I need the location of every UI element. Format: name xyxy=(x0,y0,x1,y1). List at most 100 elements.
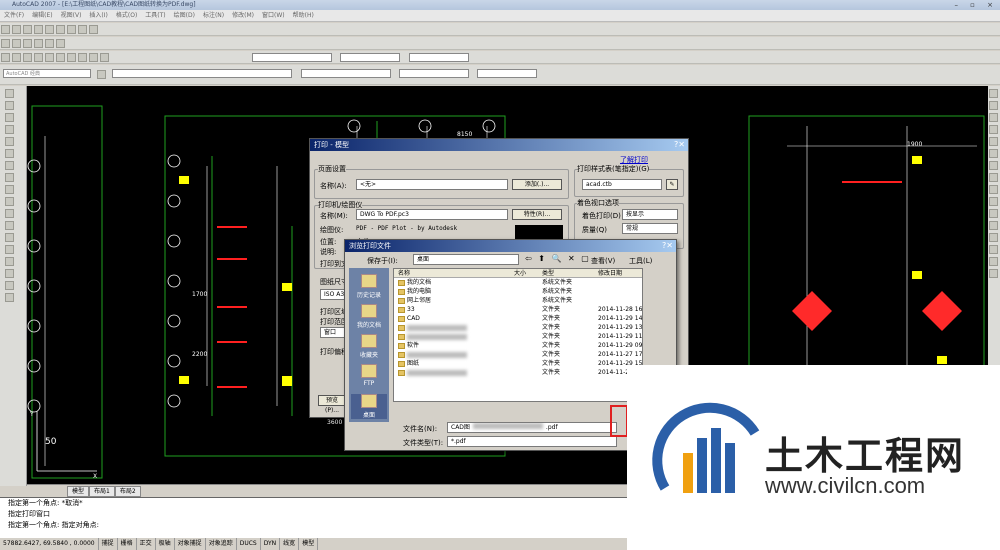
menu-item-1[interactable]: 编辑(E) xyxy=(28,10,56,22)
text-icon[interactable] xyxy=(1,39,10,48)
point-icon[interactable] xyxy=(5,233,14,242)
linetype-dropdown[interactable] xyxy=(398,69,469,78)
pan-icon[interactable] xyxy=(34,53,43,62)
extend-icon[interactable] xyxy=(989,209,998,218)
col-name[interactable]: 名称 xyxy=(398,269,410,278)
file-row[interactable]: 33 文件夹 2014-11-28 16:43 xyxy=(394,305,642,314)
mtext-icon[interactable] xyxy=(12,39,21,48)
file-row[interactable]: 图纸文件夹2014-11-29 15:54 xyxy=(394,359,642,368)
join-icon[interactable] xyxy=(989,233,998,242)
match-icon[interactable] xyxy=(1,53,10,62)
break-icon[interactable] xyxy=(989,221,998,230)
fillet-icon[interactable] xyxy=(989,257,998,266)
insert-icon[interactable] xyxy=(5,221,14,230)
printer-properties-button[interactable]: 特性(R)... xyxy=(512,209,562,220)
zoom-prev-icon[interactable] xyxy=(67,53,76,62)
chamfer-icon[interactable] xyxy=(989,245,998,254)
scale-text-icon[interactable] xyxy=(56,39,65,48)
gradient-icon[interactable] xyxy=(5,257,14,266)
xline-icon[interactable] xyxy=(5,101,14,110)
place-my-documents[interactable]: 我的文档 xyxy=(351,304,387,329)
menu-item-7[interactable]: 标注(N) xyxy=(199,10,228,22)
paste-icon[interactable] xyxy=(89,25,98,34)
new-icon[interactable] xyxy=(1,25,10,34)
copy-icon[interactable] xyxy=(78,25,87,34)
scale-icon[interactable] xyxy=(989,173,998,182)
arc-icon[interactable] xyxy=(5,149,14,158)
file-row[interactable]: 文件夹 2014-11-29 13:20 xyxy=(394,323,642,332)
trim-icon[interactable] xyxy=(989,197,998,206)
polygon-icon[interactable] xyxy=(5,125,14,134)
explode-icon[interactable] xyxy=(989,269,998,278)
spell-icon[interactable] xyxy=(45,39,54,48)
window-controls[interactable]: – ▫ × xyxy=(954,1,998,9)
file-row[interactable]: 文件夹2014-11-29 15:01 xyxy=(394,368,642,377)
save-in-dropdown[interactable]: 桌面 xyxy=(413,254,519,265)
osnap-toggle[interactable]: 对象捕捉 xyxy=(175,538,206,550)
array-icon[interactable] xyxy=(989,137,998,146)
cloud-icon[interactable] xyxy=(5,173,14,182)
menu-item-4[interactable]: 格式(O) xyxy=(112,10,141,22)
close-icon[interactable]: ?✕ xyxy=(674,139,685,151)
mirror-icon[interactable] xyxy=(989,113,998,122)
col-size[interactable]: 大小 xyxy=(514,269,526,278)
file-list[interactable]: 名称 大小 类型 修改日期 我的文档 系统文件夹 我的电脑 系统文件夹 网上邻居 系统文件… xyxy=(393,268,643,402)
mtext-draw-icon[interactable] xyxy=(5,293,14,302)
view-menu[interactable]: 查看(V) xyxy=(591,256,615,266)
quality-field[interactable]: 常规 xyxy=(622,223,678,234)
stretch-icon[interactable] xyxy=(989,185,998,194)
tab-model[interactable]: 模型 xyxy=(67,486,90,497)
spline-icon[interactable] xyxy=(5,185,14,194)
line-icon[interactable] xyxy=(5,89,14,98)
menu-item-2[interactable]: 视图(V) xyxy=(57,10,86,22)
properties-icon[interactable] xyxy=(78,53,87,62)
place-ftp[interactable]: FTP xyxy=(351,364,387,387)
col-type[interactable]: 类型 xyxy=(542,269,554,278)
zoom-window-icon[interactable] xyxy=(56,53,65,62)
snap-toggle[interactable]: 捕捉 xyxy=(99,538,118,550)
find-icon[interactable] xyxy=(34,39,43,48)
design-center-icon[interactable] xyxy=(89,53,98,62)
menu-item-5[interactable]: 工具(T) xyxy=(141,10,169,22)
tab-layout1[interactable]: 布局1 xyxy=(89,486,115,497)
region-icon[interactable] xyxy=(5,269,14,278)
cut-icon[interactable] xyxy=(67,25,76,34)
layer-manager-icon[interactable] xyxy=(97,70,107,79)
preview-button[interactable]: 预览(P)... xyxy=(318,395,346,414)
undo-icon[interactable] xyxy=(12,53,21,62)
open-icon[interactable] xyxy=(12,25,21,34)
hatch-icon[interactable] xyxy=(5,245,14,254)
menu-item-10[interactable]: 帮助(H) xyxy=(289,10,318,22)
polar-toggle[interactable]: 极轴 xyxy=(156,538,175,550)
dimstyle-dropdown[interactable] xyxy=(340,53,401,62)
polyline-icon[interactable] xyxy=(5,113,14,122)
circle-icon[interactable] xyxy=(5,161,14,170)
model-toggle[interactable]: 模型 xyxy=(299,538,319,550)
menu-item-0[interactable]: 文件(F) xyxy=(0,10,28,22)
edit-style-icon[interactable]: ✎ xyxy=(666,179,678,190)
redo-icon[interactable] xyxy=(23,53,32,62)
style-table-field[interactable]: acad.ctb xyxy=(582,179,662,190)
filetype-dropdown[interactable]: *.pdf xyxy=(447,436,617,447)
save-icon[interactable] xyxy=(23,25,32,34)
menu-item-8[interactable]: 修改(M) xyxy=(228,10,258,22)
filename-field[interactable]: CAD图 .pdf xyxy=(447,422,617,433)
color-dropdown[interactable] xyxy=(300,69,391,78)
publish-icon[interactable] xyxy=(56,25,65,34)
offset-icon[interactable] xyxy=(989,125,998,134)
lineweight-toggle[interactable]: 线宽 xyxy=(280,538,300,550)
col-date[interactable]: 修改日期 xyxy=(598,269,622,278)
page-setup-name-field[interactable]: <无> xyxy=(356,179,508,190)
tools-menu[interactable]: 工具(L) xyxy=(629,256,652,266)
erase-icon[interactable] xyxy=(989,89,998,98)
printer-name-field[interactable]: DWG To PDF.pc3 xyxy=(356,209,508,220)
place-desktop[interactable]: 桌面 xyxy=(351,394,387,419)
layer-dropdown[interactable] xyxy=(112,69,293,78)
table-icon[interactable] xyxy=(5,281,14,290)
tablestyle-dropdown[interactable] xyxy=(408,53,469,62)
place-favorites[interactable]: 收藏夹 xyxy=(351,334,387,359)
tab-layout2[interactable]: 布局2 xyxy=(114,486,141,497)
close-icon[interactable]: ?✕ xyxy=(662,240,673,252)
dyn-toggle[interactable]: DYN xyxy=(261,538,281,550)
copy-obj-icon[interactable] xyxy=(989,101,998,110)
